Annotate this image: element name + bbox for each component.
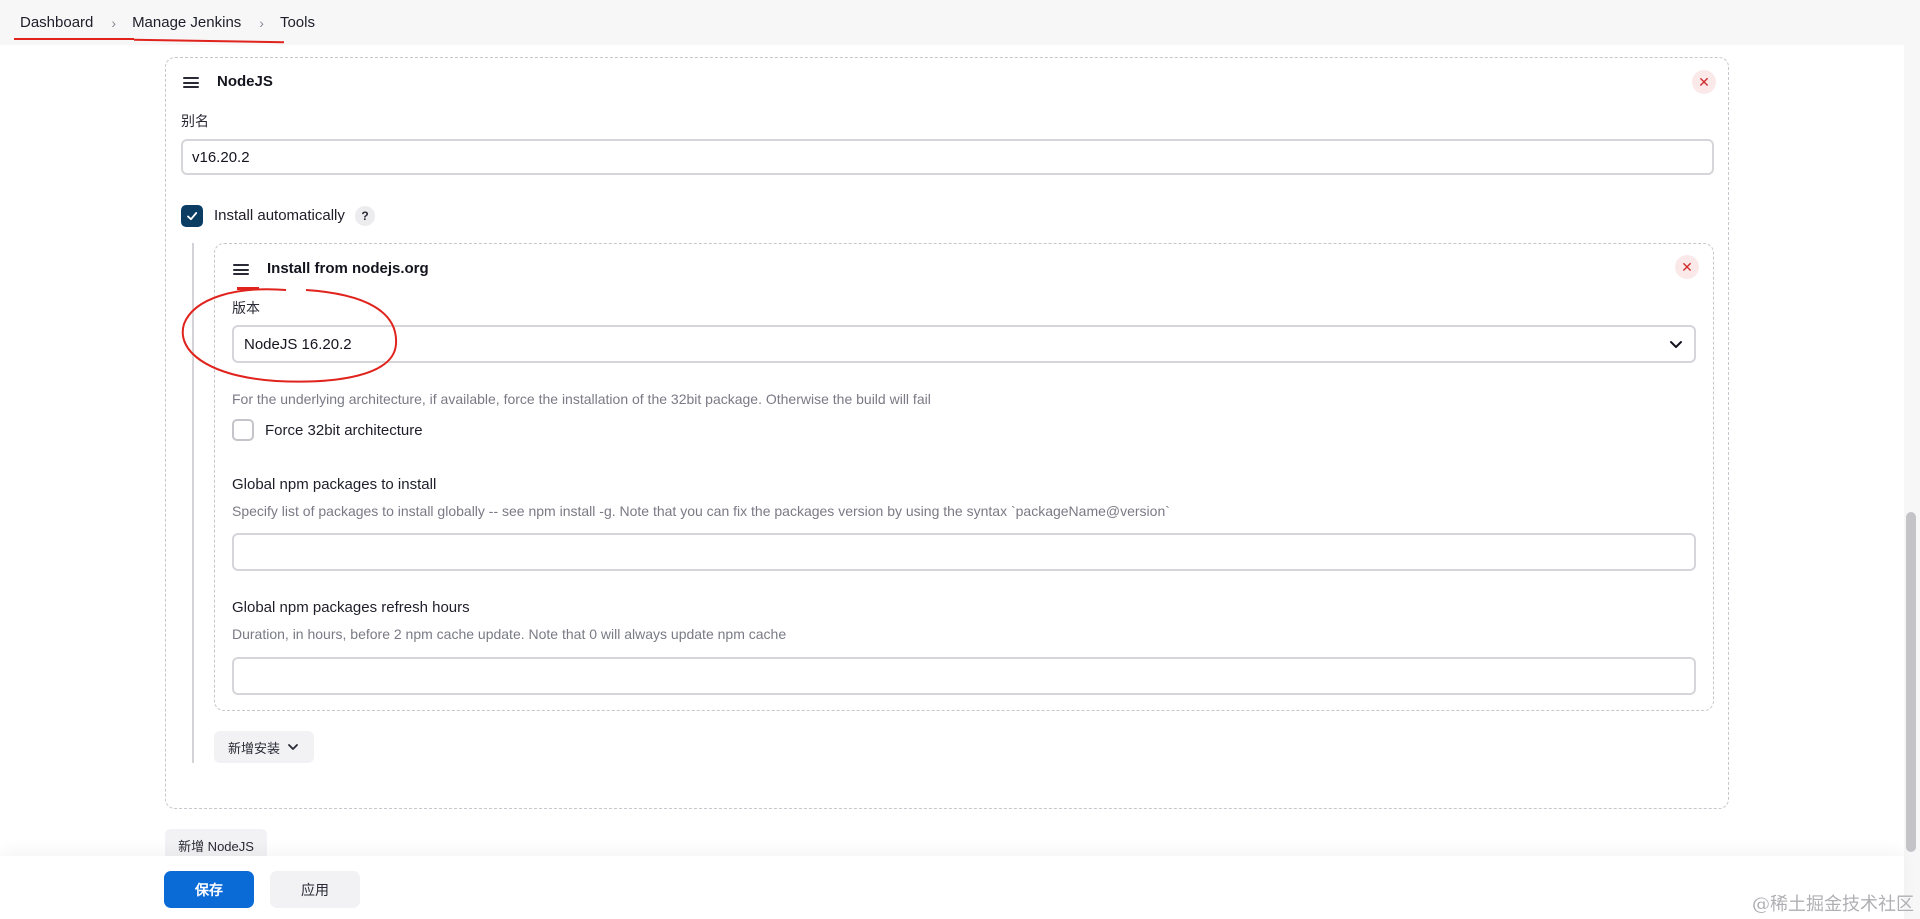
chevron-down-icon [288,744,298,750]
chevron-right-icon: › [259,14,264,31]
installer-card-title: Install from nodejs.org [267,260,429,277]
remove-nodejs-button[interactable]: ✕ [1692,70,1716,94]
close-icon: ✕ [1681,258,1693,275]
add-installer-label: 新增安装 [227,740,280,756]
annotation-underline [14,38,134,40]
breadcrumb-tools[interactable]: Tools [278,14,317,31]
alias-input[interactable]: v16.20.2 [181,139,1714,175]
npm-refresh-label: Global npm packages refresh hours [232,599,470,616]
annotation-circle [181,288,398,383]
apply-button[interactable]: 应用 [270,871,360,908]
breadcrumb-dashboard[interactable]: Dashboard [18,14,95,31]
drag-handle-icon[interactable] [233,264,249,275]
npm-refresh-description: Duration, in hours, before 2 npm cache u… [232,626,787,642]
alias-input-value: v16.20.2 [192,148,250,166]
force-32bit-label[interactable]: Force 32bit architecture [265,422,423,439]
remove-installer-button[interactable]: ✕ [1675,255,1699,279]
npm-refresh-input[interactable] [232,657,1696,695]
drag-handle-icon[interactable] [183,77,199,88]
install-automatically-label[interactable]: Install automatically [214,207,345,224]
npm-packages-description: Specify list of packages to install glob… [232,503,1170,519]
version-select[interactable]: NodeJS 16.20.2 [232,325,1696,363]
arch-description: For the underlying architecture, if avai… [232,391,931,407]
chevron-down-icon [1670,341,1682,348]
chevron-right-icon: › [111,14,117,31]
top-bar: Dashboard › Manage Jenkins › Tools [0,0,1920,45]
add-nodejs-label: 新增 NodeJS [178,838,254,854]
save-button[interactable]: 保存 [164,871,254,908]
nodejs-card-title: NodeJS [217,73,273,90]
checkmark-icon [187,212,198,221]
add-installer-button[interactable]: 新增安装 [214,731,314,763]
npm-packages-input[interactable] [232,533,1696,571]
watermark: @稀土掘金技术社区 [1752,894,1914,915]
scrollbar-thumb[interactable] [1906,512,1916,852]
breadcrumb-manage-jenkins[interactable]: Manage Jenkins [130,14,243,31]
close-icon: ✕ [1698,73,1710,90]
force-32bit-checkbox[interactable] [232,419,254,441]
npm-packages-label: Global npm packages to install [232,476,437,493]
install-automatically-checkbox[interactable] [181,205,203,227]
breadcrumb: Dashboard › Manage Jenkins › Tools [18,14,317,31]
alias-label: 别名 [181,113,209,129]
help-icon[interactable]: ? [355,206,375,226]
